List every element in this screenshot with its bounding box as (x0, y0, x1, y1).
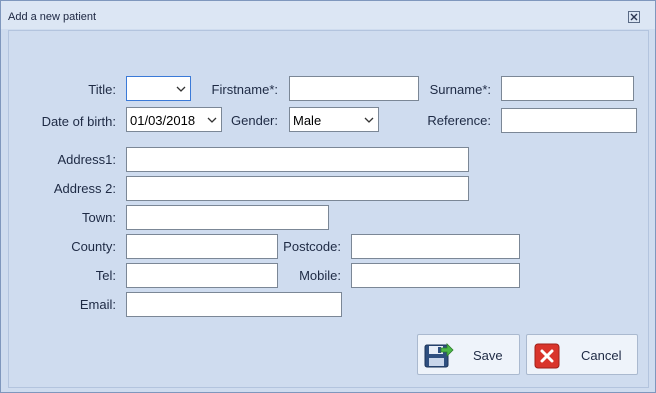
chevron-down-icon (207, 117, 217, 123)
save-button-label: Save (473, 348, 503, 363)
mobile-field[interactable] (351, 263, 520, 288)
address1-field[interactable] (126, 147, 469, 172)
close-icon (628, 11, 640, 23)
chevron-down-icon (176, 86, 186, 92)
tel-label: Tel: (95, 268, 116, 283)
reference-label: Reference: (427, 113, 491, 128)
firstname-field[interactable] (289, 76, 419, 101)
cancel-button-label: Cancel (581, 348, 622, 363)
close-button[interactable] (628, 11, 640, 23)
address1-label: Address1: (57, 152, 116, 167)
title-select[interactable] (126, 76, 191, 101)
add-patient-dialog: Add a new patient Title: Firstname*: Sur… (0, 0, 656, 393)
save-button[interactable]: Save (417, 334, 520, 375)
postcode-field[interactable] (351, 234, 520, 259)
chevron-down-icon (364, 117, 374, 123)
dob-label: Date of birth: (41, 114, 116, 129)
cancel-button[interactable]: Cancel (526, 334, 638, 375)
dob-picker[interactable]: 01/03/2018 (126, 107, 222, 132)
gender-label: Gender: (231, 113, 278, 128)
save-icon (424, 343, 454, 368)
reference-field[interactable] (501, 108, 637, 133)
tel-field[interactable] (126, 263, 278, 288)
gender-value: Male (293, 113, 322, 128)
town-field[interactable] (126, 205, 329, 230)
surname-field[interactable] (501, 76, 634, 101)
town-label: Town: (82, 210, 116, 225)
address2-field[interactable] (126, 176, 469, 201)
firstname-label: Firstname*: (211, 82, 278, 97)
surname-label: Surname*: (429, 82, 491, 97)
gender-select[interactable]: Male (289, 107, 379, 132)
mobile-label: Mobile: (299, 268, 341, 283)
dob-value: 01/03/2018 (130, 113, 196, 128)
title-label: Title: (88, 82, 116, 97)
county-field[interactable] (126, 234, 278, 259)
dialog-title: Add a new patient (8, 11, 97, 23)
email-label: Email: (79, 297, 116, 312)
cancel-icon (534, 343, 560, 369)
title-bar: Add a new patient (1, 1, 655, 29)
postcode-label: Postcode: (283, 239, 341, 254)
email-field[interactable] (126, 292, 342, 317)
address2-label: Address 2: (53, 181, 116, 196)
county-label: County: (71, 239, 116, 254)
